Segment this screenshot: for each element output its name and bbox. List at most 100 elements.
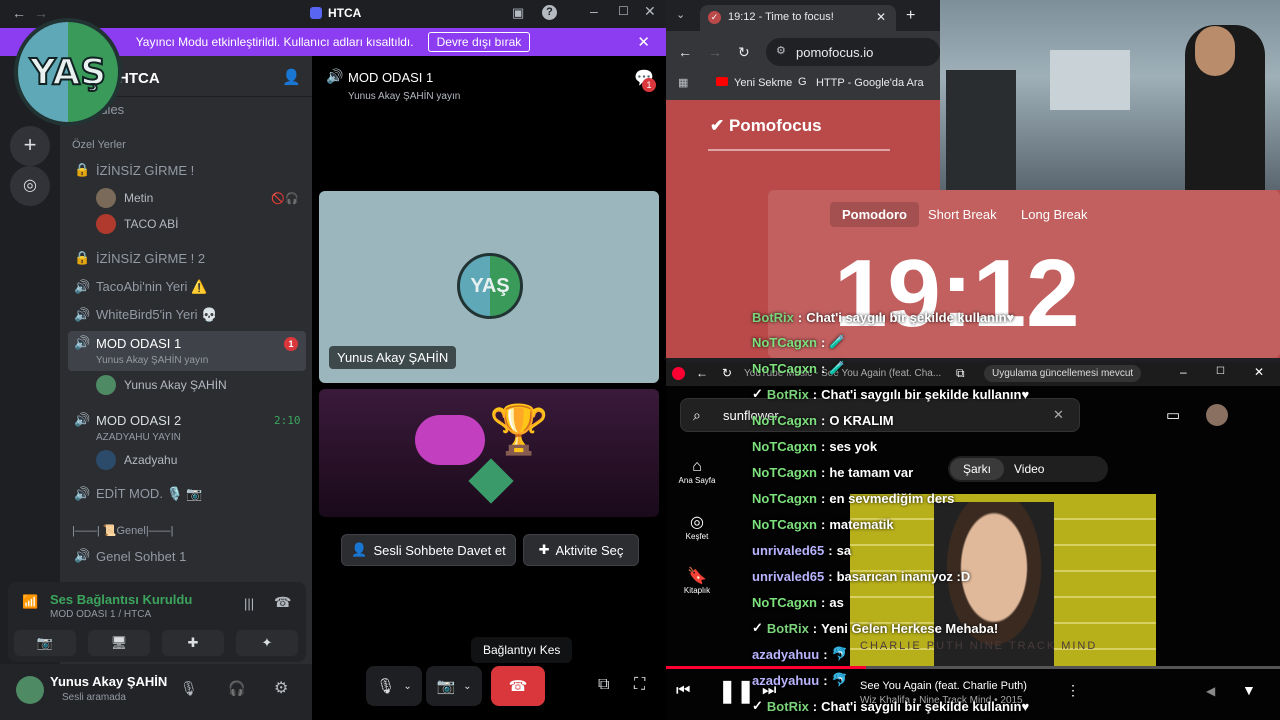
previous-icon[interactable]: ⏮ [676, 682, 690, 700]
chat-message: NoTCagxn: 🧪 [752, 360, 846, 376]
bookmark-google-search[interactable]: HTTP - Google'da Ara [816, 77, 924, 89]
nav-home[interactable]: ⌂ Ana Sayfa [674, 458, 720, 485]
close-icon[interactable]: ✕ [1254, 365, 1264, 379]
apps-icon[interactable]: ▦ [678, 76, 688, 89]
nav-explore[interactable]: ◎ Keşfet [674, 512, 720, 541]
headphones-icon[interactable]: 🎧 [228, 680, 245, 697]
activity-tile[interactable]: 🏆 [319, 389, 659, 517]
cast-icon[interactable]: ▭ [1166, 406, 1180, 424]
chat-message: azadyahuu: 🐬 [752, 646, 848, 662]
chat-message: unrivaled65: basarıcan inanıyoz :D [752, 568, 971, 584]
back-arrow-icon[interactable]: ← [12, 5, 26, 21]
speaker-icon: 🔊 [74, 486, 91, 501]
pomofocus-logo[interactable]: ✔ Pomofocus [710, 116, 822, 136]
chat-message: NoTCagxn: as [752, 594, 844, 610]
explore-icon[interactable]: ◎ [10, 166, 50, 206]
chat-message: NoTCagxn: ses yok [752, 438, 878, 454]
address-bar[interactable]: ⚙ pomofocus.io [766, 38, 940, 66]
avatar [96, 188, 116, 208]
reload-icon[interactable]: ↻ [722, 366, 732, 380]
avatar [96, 214, 116, 234]
close-icon[interactable]: ✕ [644, 3, 656, 20]
avatar [96, 375, 116, 395]
minimize-icon[interactable]: – [1180, 365, 1187, 379]
tab-short-break[interactable]: Short Break [928, 207, 997, 222]
forward-arrow-icon[interactable]: → [34, 5, 48, 21]
speaker-icon: 🔊 [74, 335, 91, 350]
back-arrow-icon[interactable]: ← [696, 366, 708, 380]
pegboard [1050, 50, 1130, 110]
new-tab-icon[interactable]: + [906, 7, 915, 25]
member-metin[interactable]: Metin 🚫🎧 [96, 186, 299, 210]
add-server-icon[interactable]: + [10, 126, 50, 166]
activities-button[interactable]: ✚ [162, 630, 224, 656]
disconnect-button[interactable]: ☎ [491, 666, 545, 706]
forward-arrow-icon[interactable]: → [708, 44, 722, 60]
member-azadyahu[interactable]: Azadyahu [96, 448, 177, 472]
microphone-icon: 🎙 [376, 678, 396, 695]
channel-mod-odasi-1[interactable]: 🔊 MOD ODASI 1 Yunus Akay ŞAHİN yayın 1 [68, 331, 306, 371]
member-yunus[interactable]: Yunus Akay ŞAHİN [96, 373, 227, 397]
add-member-icon[interactable]: 👤 [282, 68, 301, 86]
bookmark-new-tab[interactable]: Yeni Sekme [734, 77, 792, 89]
server-name[interactable]: HTCA [118, 70, 160, 87]
tab-long-break[interactable]: Long Break [1021, 207, 1088, 222]
tab-search-icon[interactable]: ⌄ [676, 8, 685, 21]
fullscreen-icon[interactable]: ⛶ [634, 676, 645, 694]
account-avatar[interactable] [1206, 404, 1228, 426]
expand-icon[interactable]: ▼ [1242, 682, 1256, 698]
screen-share-button[interactable]: 🖥 [88, 630, 150, 656]
channel-edit-mod[interactable]: 🔊 EDİT MOD. 🎙️ 📷 [68, 481, 306, 507]
bot-badge-icon: ✓ [752, 698, 763, 713]
youtube-icon [716, 77, 728, 86]
chat-message: ✓ BotRix: Chat'i saygılı bir şekilde kulla… [752, 386, 1030, 402]
site-info-icon[interactable]: ⚙ [776, 44, 786, 57]
category-general[interactable]: |——| 📜Genel|——| [72, 524, 174, 537]
member-taco[interactable]: TACO ABİ [96, 212, 178, 236]
noise-suppression-icon[interactable]: ||| [244, 596, 254, 611]
disconnect-icon[interactable]: ☎ [274, 594, 291, 611]
voice-timer: 2:10 [274, 414, 301, 427]
channel-izinsiz-1[interactable]: 🔒 İZİNSİZ GİRME ! [68, 157, 306, 183]
reload-icon[interactable]: ↻ [738, 44, 750, 61]
nav-library[interactable]: 🔖 Kitaplık [674, 566, 720, 595]
inbox-icon[interactable]: ▣ [512, 5, 524, 21]
tab-pomofocus[interactable]: ✓ 19:12 - Time to focus! ✕ [700, 5, 896, 31]
category-private[interactable]: Özel Yerler [72, 139, 126, 151]
channel-izinsiz-2[interactable]: 🔒 İZİNSİZ GİRME ! 2 [68, 245, 306, 271]
bot-badge-icon: ✓ [752, 620, 763, 635]
participant-tile[interactable]: YAŞ Yunus Akay ŞAHİN [319, 191, 659, 383]
tab-close-icon[interactable]: ✕ [876, 10, 886, 24]
mic-control[interactable]: 🎙 ⌄ [366, 666, 422, 706]
banner-close-icon[interactable]: ✕ [637, 33, 650, 51]
channel-tacoabi[interactable]: 🔊 TacoAbi'nin Yeri ⚠️ [68, 274, 306, 300]
maximize-icon[interactable]: ☐ [1216, 366, 1225, 377]
call-channel-name: MOD ODASI 1 [348, 70, 434, 85]
help-icon[interactable]: ? [542, 5, 557, 20]
camera-off-button[interactable]: 📷 [14, 630, 76, 656]
soundboard-button[interactable]: ✦ [236, 630, 298, 656]
camera-control[interactable]: 📷 ⌄ [426, 666, 482, 706]
channel-whitebird[interactable]: 🔊 WhiteBird5'in Yeri 💀 [68, 302, 306, 328]
chevron-down-icon[interactable]: ⌄ [463, 681, 471, 692]
explore-icon: ◎ [690, 514, 704, 531]
banner-text: Yayıncı Modu etkinleştirildi. Kullanıcı … [135, 35, 414, 49]
voice-channel-view: 🔊 MOD ODASI 1 Yunus Akay ŞAHİN yayın 💬 1… [312, 56, 666, 720]
volume-icon[interactable]: ◀ [1206, 684, 1215, 698]
microphone-icon[interactable]: 🎙 [180, 680, 198, 697]
chevron-down-icon[interactable]: ⌄ [403, 681, 411, 692]
minimize-icon[interactable]: – [590, 3, 598, 19]
maximize-icon[interactable]: ☐ [618, 4, 629, 18]
settings-gear-icon[interactable]: ⚙ [274, 678, 288, 698]
popout-icon[interactable]: ⧉ [598, 676, 609, 694]
choose-activity-button[interactable]: ✚ Aktivite Seç [523, 534, 639, 566]
back-arrow-icon[interactable]: ← [678, 44, 692, 60]
channel-mod-odasi-2[interactable]: 🔊 MOD ODASI 2 AZADYAHU YAYIN 2:10 [68, 408, 306, 448]
disable-streamer-mode-button[interactable]: Devre dışı bırak [427, 32, 531, 52]
chat-message: NoTCagxn: he tamam var [752, 464, 914, 480]
user-avatar[interactable] [16, 676, 44, 704]
chat-message: BotRix: Chat'i saygılı bir şekilde kullan… [752, 309, 1015, 325]
tab-pomodoro[interactable]: Pomodoro [830, 202, 919, 227]
channel-genel-sohbet[interactable]: 🔊 Genel Sohbet 1 [68, 543, 306, 569]
invite-voice-button[interactable]: 👤 Sesli Sohbete Davet et [341, 534, 516, 566]
